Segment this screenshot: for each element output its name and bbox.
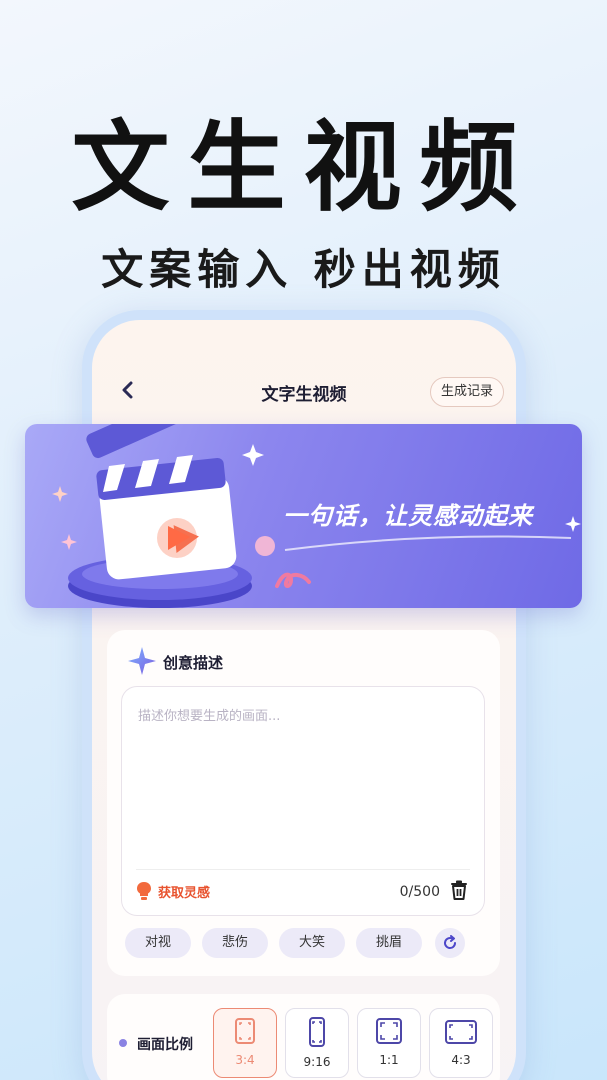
refresh-tags-button[interactable]	[435, 928, 466, 958]
portrait-frame-icon	[235, 1018, 255, 1044]
creative-panel: 创意描述 描述你想要生成的画面... 获取灵感 0/500 对视 悲伤 大笑 挑…	[107, 630, 500, 976]
ratio-option-label: 3:4	[235, 1053, 255, 1067]
tag-chip[interactable]: 对视	[125, 928, 192, 958]
tag-chip[interactable]: 悲伤	[202, 928, 269, 958]
sparkle-icon	[565, 516, 581, 532]
prompt-textarea[interactable]: 描述你想要生成的画面... 获取灵感 0/500	[121, 686, 485, 916]
ratio-option-label: 4:3	[451, 1053, 471, 1067]
tag-list: 对视 悲伤 大笑 挑眉	[125, 928, 466, 958]
banner-slogan: 一句话，让灵感动起来	[283, 502, 533, 530]
ratio-option-label: 1:1	[379, 1053, 399, 1067]
tag-chip[interactable]: 大笑	[279, 928, 346, 958]
ratio-option-4-3[interactable]: 4:3	[429, 1008, 493, 1078]
landscape-frame-icon	[445, 1020, 477, 1044]
aspect-ratio-label: 画面比例	[137, 1037, 193, 1053]
hero-subtitle: 文案输入 秒出视频	[101, 245, 506, 294]
tag-chip[interactable]: 挑眉	[356, 928, 423, 958]
history-button[interactable]: 生成记录	[429, 377, 504, 407]
squiggle-decoration	[275, 572, 311, 588]
ratio-option-3-4[interactable]: 3:4	[213, 1008, 277, 1078]
aspect-ratio-panel: 画面比例 3:4 9:16 1:1 4:3	[107, 994, 500, 1080]
clapperboard-illustration	[52, 424, 275, 608]
aspect-ratio-options: 3:4 9:16 1:1 4:3	[213, 1008, 493, 1078]
lightbulb-icon	[137, 882, 151, 900]
ratio-option-1-1[interactable]: 1:1	[357, 1008, 421, 1078]
promo-banner: 一句话，让灵感动起来	[25, 424, 582, 608]
hero-title: 文生视频	[71, 111, 536, 225]
swoosh-decoration	[284, 535, 572, 551]
square-frame-icon	[376, 1018, 402, 1044]
trash-icon[interactable]	[448, 879, 470, 901]
divider	[136, 869, 470, 870]
bullet-dot	[119, 1039, 127, 1047]
prompt-placeholder: 描述你想要生成的画面...	[138, 709, 281, 724]
section-title: 创意描述	[163, 654, 224, 672]
refresh-icon	[444, 935, 457, 949]
char-counter: 0/500	[399, 884, 440, 900]
ratio-option-label: 9:16	[303, 1055, 331, 1069]
tall-portrait-frame-icon	[309, 1017, 325, 1047]
ratio-option-9-16[interactable]: 9:16	[285, 1008, 349, 1078]
get-inspiration-button[interactable]: 获取灵感	[136, 881, 210, 901]
sparkle-star-icon	[128, 647, 156, 675]
get-inspiration-label: 获取灵感	[158, 885, 211, 901]
